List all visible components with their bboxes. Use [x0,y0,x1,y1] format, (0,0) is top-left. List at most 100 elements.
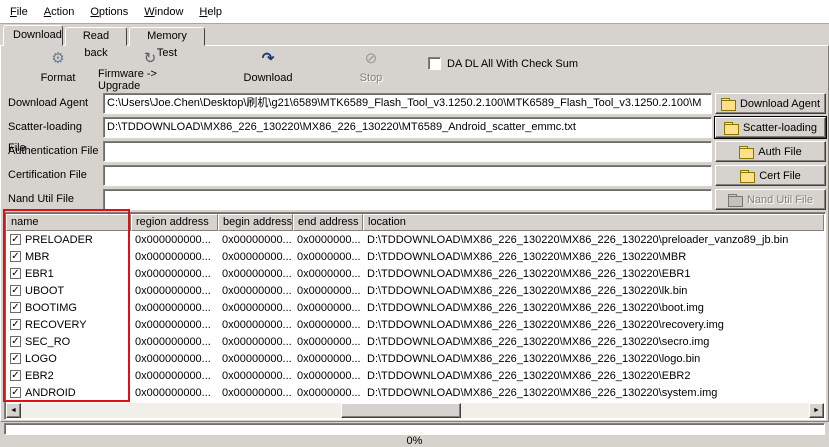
tab-memory-test[interactable]: Memory Test [129,27,205,46]
partition-name: EBR2 [25,370,54,382]
format-icon: ⚙ [51,50,64,68]
format-label: Format [41,72,76,84]
begin-address-cell: 0x00000000... [218,285,293,297]
table-row-ebr1[interactable]: ✓EBR1 0x000000000... 0x00000000... 0x000… [6,265,824,282]
location-cell: D:\TDDOWNLOAD\MX86_226_130220\MX86_226_1… [363,285,824,297]
end-address-cell: 0x0000000... [293,336,363,348]
column-header-location[interactable]: location [363,214,824,231]
partition-name: UBOOT [25,285,64,297]
menu-file[interactable]: File [2,2,36,22]
row-checkbox[interactable]: ✓ [10,353,21,364]
nand-util-file-field[interactable] [103,189,712,210]
stop-icon: ⊘ [365,50,378,68]
scatter-file-field[interactable]: D:\TDDOWNLOAD\MX86_226_130220\MX86_226_1… [103,117,712,138]
horizontal-scrollbar[interactable]: ◄ ► [6,403,824,418]
menu-help[interactable]: Help [191,2,230,22]
menu-action[interactable]: Action [36,2,83,22]
cert-file-field[interactable] [103,165,712,186]
open-folder-icon [721,98,735,109]
download-agent-browse-button[interactable]: Download Agent [715,93,826,114]
table-row-uboot[interactable]: ✓UBOOT 0x000000000... 0x00000000... 0x00… [6,282,824,299]
partition-name: RECOVERY [25,319,87,331]
tab-download[interactable]: Download [3,25,63,46]
open-folder-icon [728,194,742,205]
row-checkbox[interactable]: ✓ [10,336,21,347]
column-header-begin-address[interactable]: begin address [218,214,293,231]
download-agent-field[interactable]: C:\Users\Joe.Chen\Desktop\刷机\g21\6589\MT… [103,93,712,114]
menubar: File Action Options Window Help [0,0,829,24]
da-dl-checksum-checkbox[interactable] [428,57,441,70]
partition-name: ANDROID [25,387,76,399]
partition-name: MBR [25,251,49,263]
location-cell: D:\TDDOWNLOAD\MX86_226_130220\MX86_226_1… [363,234,824,246]
column-header-end-address[interactable]: end address [293,214,363,231]
row-checkbox[interactable]: ✓ [10,387,21,398]
table-row-mbr[interactable]: ✓MBR 0x000000000... 0x00000000... 0x0000… [6,248,824,265]
auth-file-field[interactable] [103,141,712,162]
scatter-loading-browse-button[interactable]: Scatter-loading [715,117,826,138]
open-folder-icon [740,170,754,181]
location-cell: D:\TDDOWNLOAD\MX86_226_130220\MX86_226_1… [363,387,824,399]
cert-file-browse-label: Cert File [759,170,801,182]
table-row-android[interactable]: ✓ ANDROID 0x000000000... 0x00000000... 0x… [6,384,824,401]
progress-percent-label: 0% [0,435,829,447]
firmware-upgrade-label: Firmware -> Upgrade [98,68,202,92]
begin-address-cell: 0x00000000... [218,370,293,382]
location-cell: D:\TDDOWNLOAD\MX86_226_130220\MX86_226_1… [363,370,824,382]
row-checkbox[interactable]: ✓ [10,370,21,381]
row-checkbox[interactable]: ✓ [10,268,21,279]
end-address-cell: 0x0000000... [293,268,363,280]
da-dl-checksum-label: DA DL All With Check Sum [447,58,578,70]
scroll-right-button[interactable]: ► [809,403,824,418]
download-button[interactable]: ↷ Download [230,50,306,84]
format-button[interactable]: ⚙ Format [28,50,88,84]
table-row-logo[interactable]: ✓LOGO 0x000000000... 0x00000000... 0x000… [6,350,824,367]
firmware-upgrade-button[interactable]: ↻ Firmware -> Upgrade [98,50,202,84]
column-header-region-address[interactable]: region address [131,214,218,231]
auth-file-browse-label: Auth File [758,146,801,158]
region-address-cell: 0x000000000... [131,285,218,297]
table-body: ✓PRELOADER 0x000000000... 0x00000000... … [6,231,824,403]
row-checkbox[interactable]: ✓ [10,319,21,330]
region-address-cell: 0x000000000... [131,387,218,399]
download-agent-label: Download Agent [8,93,101,114]
begin-address-cell: 0x00000000... [218,336,293,348]
table-row-sec-ro[interactable]: ✓SEC_RO 0x000000000... 0x00000000... 0x0… [6,333,824,350]
column-header-name[interactable]: name [6,214,131,231]
scrollbar-thumb[interactable] [341,403,461,418]
location-cell: D:\TDDOWNLOAD\MX86_226_130220\MX86_226_1… [363,319,824,331]
stop-label: Stop [360,72,383,84]
menu-options[interactable]: Options [82,2,136,22]
menu-window[interactable]: Window [136,2,191,22]
row-checkbox[interactable]: ✓ [10,234,21,245]
row-checkbox[interactable]: ✓ [10,302,21,313]
da-dl-checksum-option: DA DL All With Check Sum [428,57,578,70]
tab-read-back[interactable]: Read back [65,27,127,46]
region-address-cell: 0x000000000... [131,251,218,263]
end-address-cell: 0x0000000... [293,353,363,365]
region-address-cell: 0x000000000... [131,370,218,382]
begin-address-cell: 0x00000000... [218,387,293,399]
table-row-preloader[interactable]: ✓PRELOADER 0x000000000... 0x00000000... … [6,231,824,248]
location-cell: D:\TDDOWNLOAD\MX86_226_130220\MX86_226_1… [363,268,824,280]
region-address-cell: 0x000000000... [131,353,218,365]
cert-file-label: Certification File [8,165,101,186]
download-label: Download [244,72,293,84]
table-row-bootimg[interactable]: ✓BOOTIMG 0x000000000... 0x00000000... 0x… [6,299,824,316]
cert-file-browse-button[interactable]: Cert File [715,165,826,186]
region-address-cell: 0x000000000... [131,302,218,314]
location-cell: D:\TDDOWNLOAD\MX86_226_130220\MX86_226_1… [363,353,824,365]
stop-button[interactable]: ⊘ Stop [338,50,404,84]
table-header: name region address begin address end ad… [6,214,824,231]
scroll-left-button[interactable]: ◄ [6,403,21,418]
region-address-cell: 0x000000000... [131,319,218,331]
begin-address-cell: 0x00000000... [218,353,293,365]
table-row-recovery[interactable]: ✓RECOVERY 0x000000000... 0x00000000... 0… [6,316,824,333]
row-checkbox[interactable]: ✓ [10,285,21,296]
auth-file-browse-button[interactable]: Auth File [715,141,826,162]
end-address-cell: 0x0000000... [293,387,363,399]
begin-address-cell: 0x00000000... [218,234,293,246]
table-row-ebr2[interactable]: ✓EBR2 0x000000000... 0x00000000... 0x000… [6,367,824,384]
row-checkbox[interactable]: ✓ [10,251,21,262]
begin-address-cell: 0x00000000... [218,251,293,263]
